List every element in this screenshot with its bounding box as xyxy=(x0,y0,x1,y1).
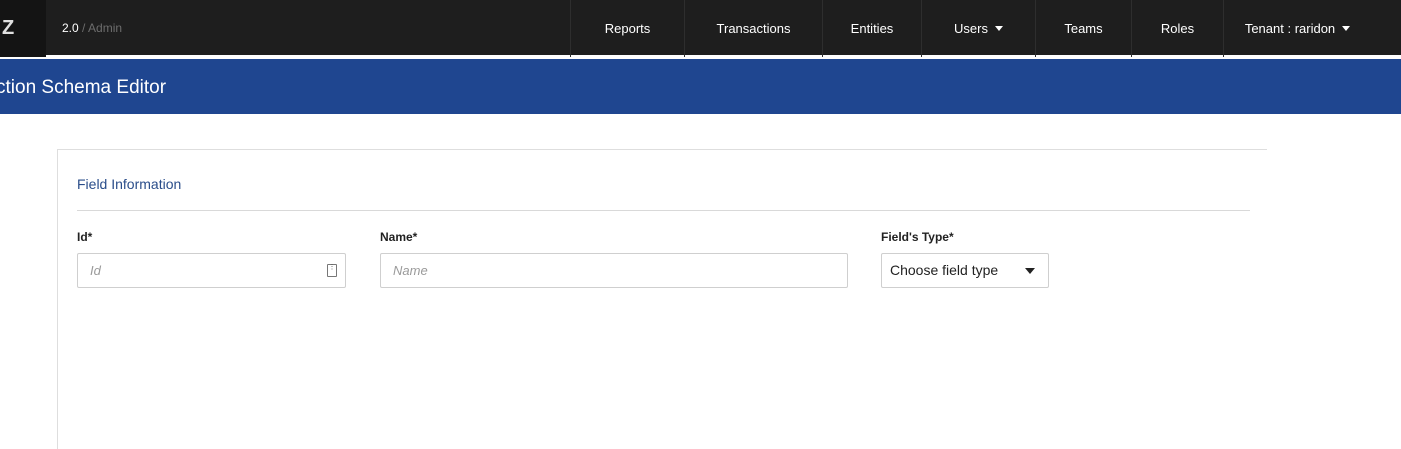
nav-item-transactions[interactable]: Transactions xyxy=(684,0,822,57)
nav-item-label: Teams xyxy=(1064,21,1103,36)
section-title: Field Information xyxy=(77,176,182,192)
field-type-select[interactable]: Choose field type xyxy=(881,253,1049,288)
nav-menu: Reports Transactions Entities Users Team… xyxy=(570,0,1371,57)
page-title-banner: ction Schema Editor xyxy=(0,59,1401,114)
version-number: 2.0 xyxy=(62,21,79,35)
nav-item-label: Roles xyxy=(1160,21,1195,36)
name-field-wrapper xyxy=(380,253,848,288)
nav-item-tenant[interactable]: Tenant : raridon xyxy=(1223,0,1371,57)
nav-item-label: Transactions xyxy=(716,21,791,36)
nav-item-roles[interactable]: Roles xyxy=(1131,0,1223,57)
id-card-icon: ⋮ xyxy=(327,264,337,277)
nav-item-teams[interactable]: Teams xyxy=(1035,0,1131,57)
caret-down-icon xyxy=(1342,26,1351,32)
field-information-card: Field Information Id* ⋮ Name* Field's Ty… xyxy=(57,149,1267,449)
id-input[interactable] xyxy=(90,254,333,287)
field-type-label: Field's Type* xyxy=(881,230,954,244)
nav-item-label: Entities xyxy=(850,21,894,36)
tenant-label: Tenant : raridon xyxy=(1244,21,1336,36)
nav-item-label: Users xyxy=(954,21,988,36)
nav-item-users[interactable]: Users xyxy=(921,0,1035,57)
nav-item-reports[interactable]: Reports xyxy=(570,0,684,57)
id-field-wrapper: ⋮ xyxy=(77,253,346,288)
name-input[interactable] xyxy=(393,254,835,287)
page-title: ction Schema Editor xyxy=(0,77,167,98)
name-label: Name* xyxy=(380,230,418,244)
brand-logo[interactable]: Z xyxy=(0,0,46,57)
version-breadcrumb: 2.0 / Admin xyxy=(62,0,122,57)
breadcrumb-admin[interactable]: Admin xyxy=(88,21,122,35)
id-label: Id* xyxy=(77,230,93,244)
nav-item-label: Reports xyxy=(604,21,651,36)
section-divider xyxy=(77,210,1250,211)
field-type-value: Choose field type xyxy=(890,262,999,278)
chevron-down-icon xyxy=(1025,268,1035,274)
breadcrumb-separator: / xyxy=(82,21,86,35)
nav-item-entities[interactable]: Entities xyxy=(822,0,921,57)
top-navbar: Z 2.0 / Admin Reports Transactions Entit… xyxy=(0,0,1401,57)
caret-down-icon xyxy=(994,26,1003,32)
